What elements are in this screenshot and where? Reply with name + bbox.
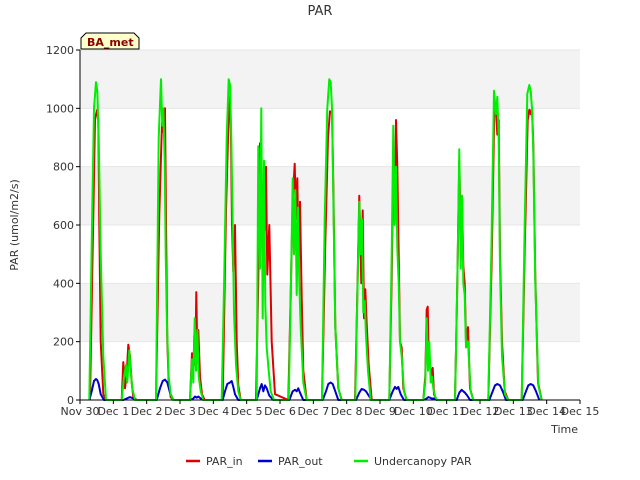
chart-title: PAR xyxy=(308,4,333,19)
x-tick-label: Nov 30 xyxy=(61,405,100,418)
x-tick-label: Dec 4 xyxy=(197,405,229,418)
y-tick-label: 1200 xyxy=(46,44,74,57)
y-tick-label: 800 xyxy=(53,161,74,174)
x-tick-label: Dec 7 xyxy=(297,405,329,418)
y-tick-label: 400 xyxy=(53,277,74,290)
x-tick-label: Dec 3 xyxy=(164,405,196,418)
x-tick-label: Dec 1 xyxy=(97,405,129,418)
y-tick-label: 1000 xyxy=(46,102,74,115)
y-tick-label: 200 xyxy=(53,336,74,349)
site-label: BA_met xyxy=(87,36,134,49)
legend-label-2: PAR_out xyxy=(278,455,323,468)
legend-label-1: PAR_in xyxy=(206,455,243,468)
y-axis-title: PAR (umol/m2/s) xyxy=(8,179,21,271)
par-chart: 020040060080010001200Nov 30Dec 1 Dec 2 Dec… xyxy=(0,0,640,480)
plot-background-bands xyxy=(80,49,580,401)
x-tick-label: Dec 5 xyxy=(231,405,263,418)
x-tick-label: Dec 2 xyxy=(131,405,163,418)
site-label-box: BA_met xyxy=(80,32,140,50)
x-tick-label: Dec 15 xyxy=(561,405,600,418)
grid-band xyxy=(80,283,580,342)
x-tick-label: Dec 8 xyxy=(331,405,363,418)
grid-band xyxy=(80,166,580,225)
x-axis-title: Time xyxy=(550,423,578,436)
legend-label-3: Undercanopy PAR xyxy=(374,455,472,468)
x-tick-label: Dec 9 xyxy=(364,405,396,418)
grid-band xyxy=(80,225,580,284)
x-tick-label: Dec 6 xyxy=(264,405,296,418)
y-tick-label: 600 xyxy=(53,219,74,232)
